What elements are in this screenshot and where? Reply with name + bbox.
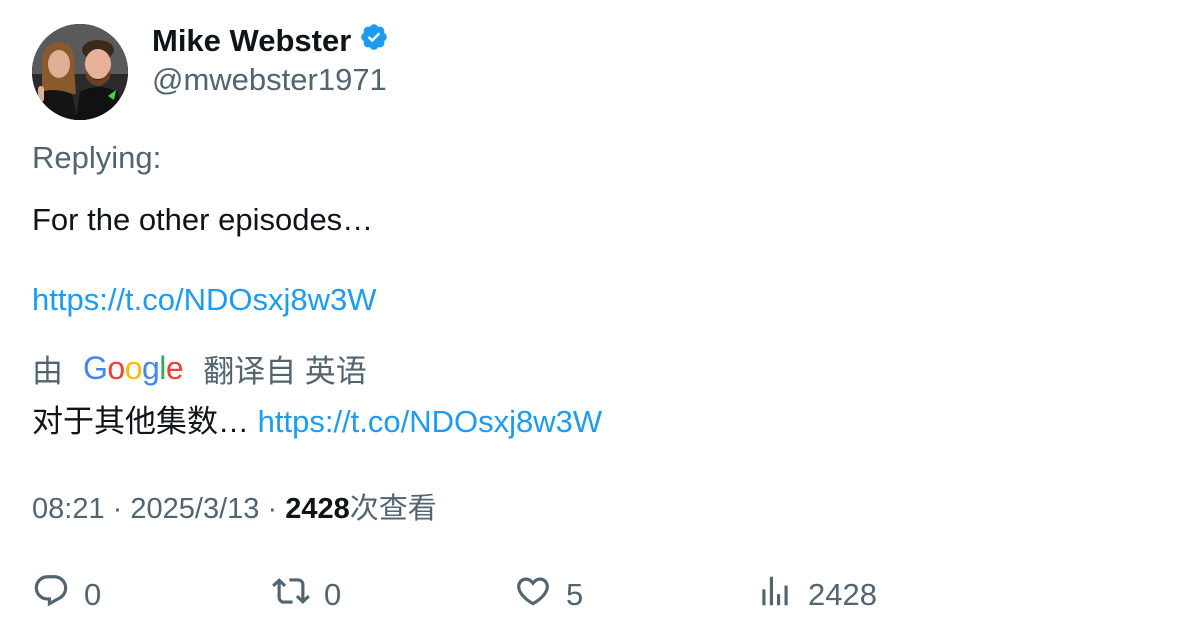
- analytics-icon: [756, 572, 794, 618]
- meta-separator: ·: [112, 493, 123, 525]
- reply-button[interactable]: 0: [32, 572, 101, 618]
- reply-count: 0: [84, 577, 102, 612]
- views-count: 2428: [808, 577, 877, 612]
- tweet-meta: 08:21 · 2025/3/13 · 2428次查看: [32, 485, 437, 527]
- tweet-link[interactable]: https://t.co/NDOsxj8w3W: [32, 282, 377, 318]
- translated-text-row: 对于其他集数… https://t.co/NDOsxj8w3W: [32, 396, 602, 441]
- replying-label: Replying:: [32, 140, 162, 175]
- translation-prefix: 由: [32, 354, 63, 389]
- google-logo: Google: [83, 350, 184, 386]
- tweet-time[interactable]: 08:21: [32, 493, 105, 525]
- view-label: 次查看: [349, 493, 437, 525]
- author-avatar[interactable]: [32, 24, 128, 120]
- author-name-row[interactable]: Mike Webster: [152, 22, 389, 60]
- views-button[interactable]: 2428: [756, 572, 877, 618]
- translation-attribution: 由 Google 翻译自 英语: [32, 346, 367, 391]
- translated-link[interactable]: https://t.co/NDOsxj8w3W: [258, 404, 603, 439]
- like-count: 5: [566, 577, 584, 612]
- retweet-icon: [272, 572, 310, 618]
- author-name[interactable]: Mike Webster: [152, 23, 351, 59]
- heart-icon: [514, 572, 552, 618]
- tweet-date[interactable]: 2025/3/13: [130, 493, 259, 525]
- retweet-button[interactable]: 0: [272, 572, 341, 618]
- translated-text: 对于其他集数…: [32, 404, 249, 439]
- translation-suffix: 翻译自 英语: [203, 354, 367, 389]
- retweet-count: 0: [324, 577, 342, 612]
- like-button[interactable]: 5: [514, 572, 583, 618]
- verified-badge-icon: [359, 22, 389, 60]
- view-count: 2428: [285, 493, 350, 525]
- meta-separator: ·: [267, 493, 278, 525]
- reply-icon: [32, 572, 70, 618]
- author-handle[interactable]: @mwebster1971: [152, 62, 387, 98]
- tweet-text: For the other episodes…: [32, 202, 374, 237]
